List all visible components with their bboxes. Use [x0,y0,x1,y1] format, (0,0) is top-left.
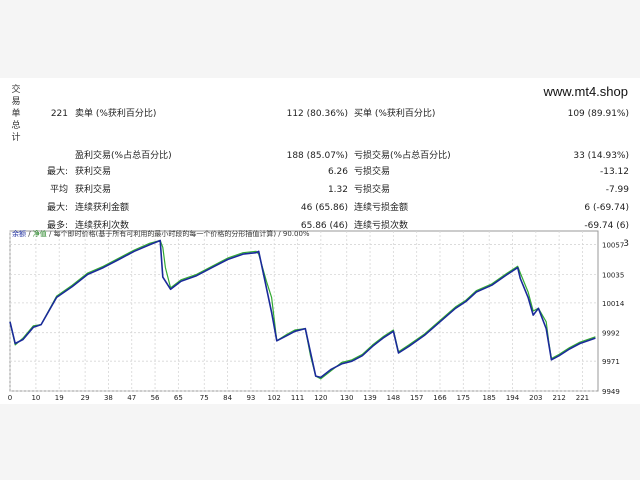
row-value-right: 6 (-69.74) [584,203,629,213]
balance-chart: 0 10 19 29 38 47 56 65 75 84 93 102 111 120 130 139 148 1… [0,225,640,405]
x-tick-label: 84 [223,394,232,402]
row-label-left: 最大: [46,167,68,177]
vertical-label-char: 单 [11,109,21,119]
legend-balance: 余额 [12,230,26,238]
row-label-mid: 连续获利金额 [75,203,130,213]
row-label-mid: 卖单 (%获利百分比) [75,109,157,119]
x-tick-label: 139 [363,394,376,402]
y-tick-label: 10014 [602,300,625,308]
legend-description: / 每个即时价格(基于所有可利用的最小时段的每一个价格的分形插值计算) / 90… [46,230,310,238]
x-tick-label: 130 [340,394,353,402]
row-label-right: 亏损交易(%占总百分比) [354,151,451,161]
website-label: www.mt4.shop [543,84,628,99]
legend-equity: 净值 [32,230,47,238]
y-tick-label: 9971 [602,358,620,366]
row-value-mid: 188 (85.07%) [286,151,348,161]
x-tick-label: 47 [127,394,136,402]
x-tick-label: 194 [506,394,520,402]
row-label-left: 最大: [46,203,68,213]
x-tick-label: 0 [8,394,12,402]
y-tick-label: 10035 [602,271,624,279]
row-value-mid: 46 (65.86) [300,203,348,213]
y-tick-label: 9992 [602,330,620,338]
row-label-right: 买单 (%获利百分比) [354,109,436,119]
x-tick-label: 148 [387,394,400,402]
x-tick-label: 203 [529,394,542,402]
row-value-mid: 1.32 [327,185,348,195]
x-tick-label: 212 [552,394,565,402]
vertical-label-char: 易 [11,97,21,107]
vertical-label-char: 总 [11,121,21,131]
x-tick-label: 65 [174,394,183,402]
x-tick-label: 166 [433,394,447,402]
y-tick-label: 9949 [602,388,620,396]
row-label-right: 连续亏损金额 [354,203,409,213]
row-value-right: 109 (89.91%) [567,109,629,119]
x-tick-label: 111 [291,394,304,402]
row-value-mid: 6.26 [327,167,348,177]
row-label-right: 亏损交易 [354,185,391,195]
vertical-label-char: 交 [11,85,21,95]
row-value-right: 33 (14.93%) [573,151,629,161]
row-value-right: -7.99 [605,185,629,195]
trade-summary-vertical-label: 交易单总计 [10,84,22,144]
x-tick-label: 157 [410,394,423,402]
balance-chart-svg: 0 10 19 29 38 47 56 65 75 84 93 102 111 120 130 139 148 1… [8,230,625,402]
x-tick-label: 29 [81,394,90,402]
x-tick-label: 102 [268,394,281,402]
legend-sep: / [26,230,33,238]
row-value-mid: 112 (80.36%) [286,109,348,119]
x-tick-label: 221 [576,394,589,402]
x-tick-label: 38 [104,394,113,402]
row-value-right: -13.12 [599,167,629,177]
vertical-label-char: 计 [11,133,21,143]
x-tick-label: 185 [483,394,496,402]
x-tick-label: 93 [246,394,255,402]
row-label-mid: 盈利交易(%占总百分比) [75,151,172,161]
row-label-right: 亏损交易 [354,167,391,177]
row-value-left: 221 [50,109,68,119]
row-label-mid: 获利交易 [75,167,112,177]
x-tick-label: 75 [200,394,209,402]
x-tick-label: 10 [31,394,40,402]
row-label-mid: 获利交易 [75,185,112,195]
row-label-left: 平均 [49,185,68,195]
plot-frame [9,230,599,392]
x-tick-label: 120 [314,394,327,402]
x-tick-label: 56 [151,394,160,402]
y-tick-label: 10057 [602,242,624,250]
chart-legend: 余额 / 净值 / 每个即时价格(基于所有可利用的最小时段的每一个价格的分形插值… [12,229,310,239]
x-tick-label: 175 [457,394,470,402]
x-tick-label: 19 [55,394,64,402]
